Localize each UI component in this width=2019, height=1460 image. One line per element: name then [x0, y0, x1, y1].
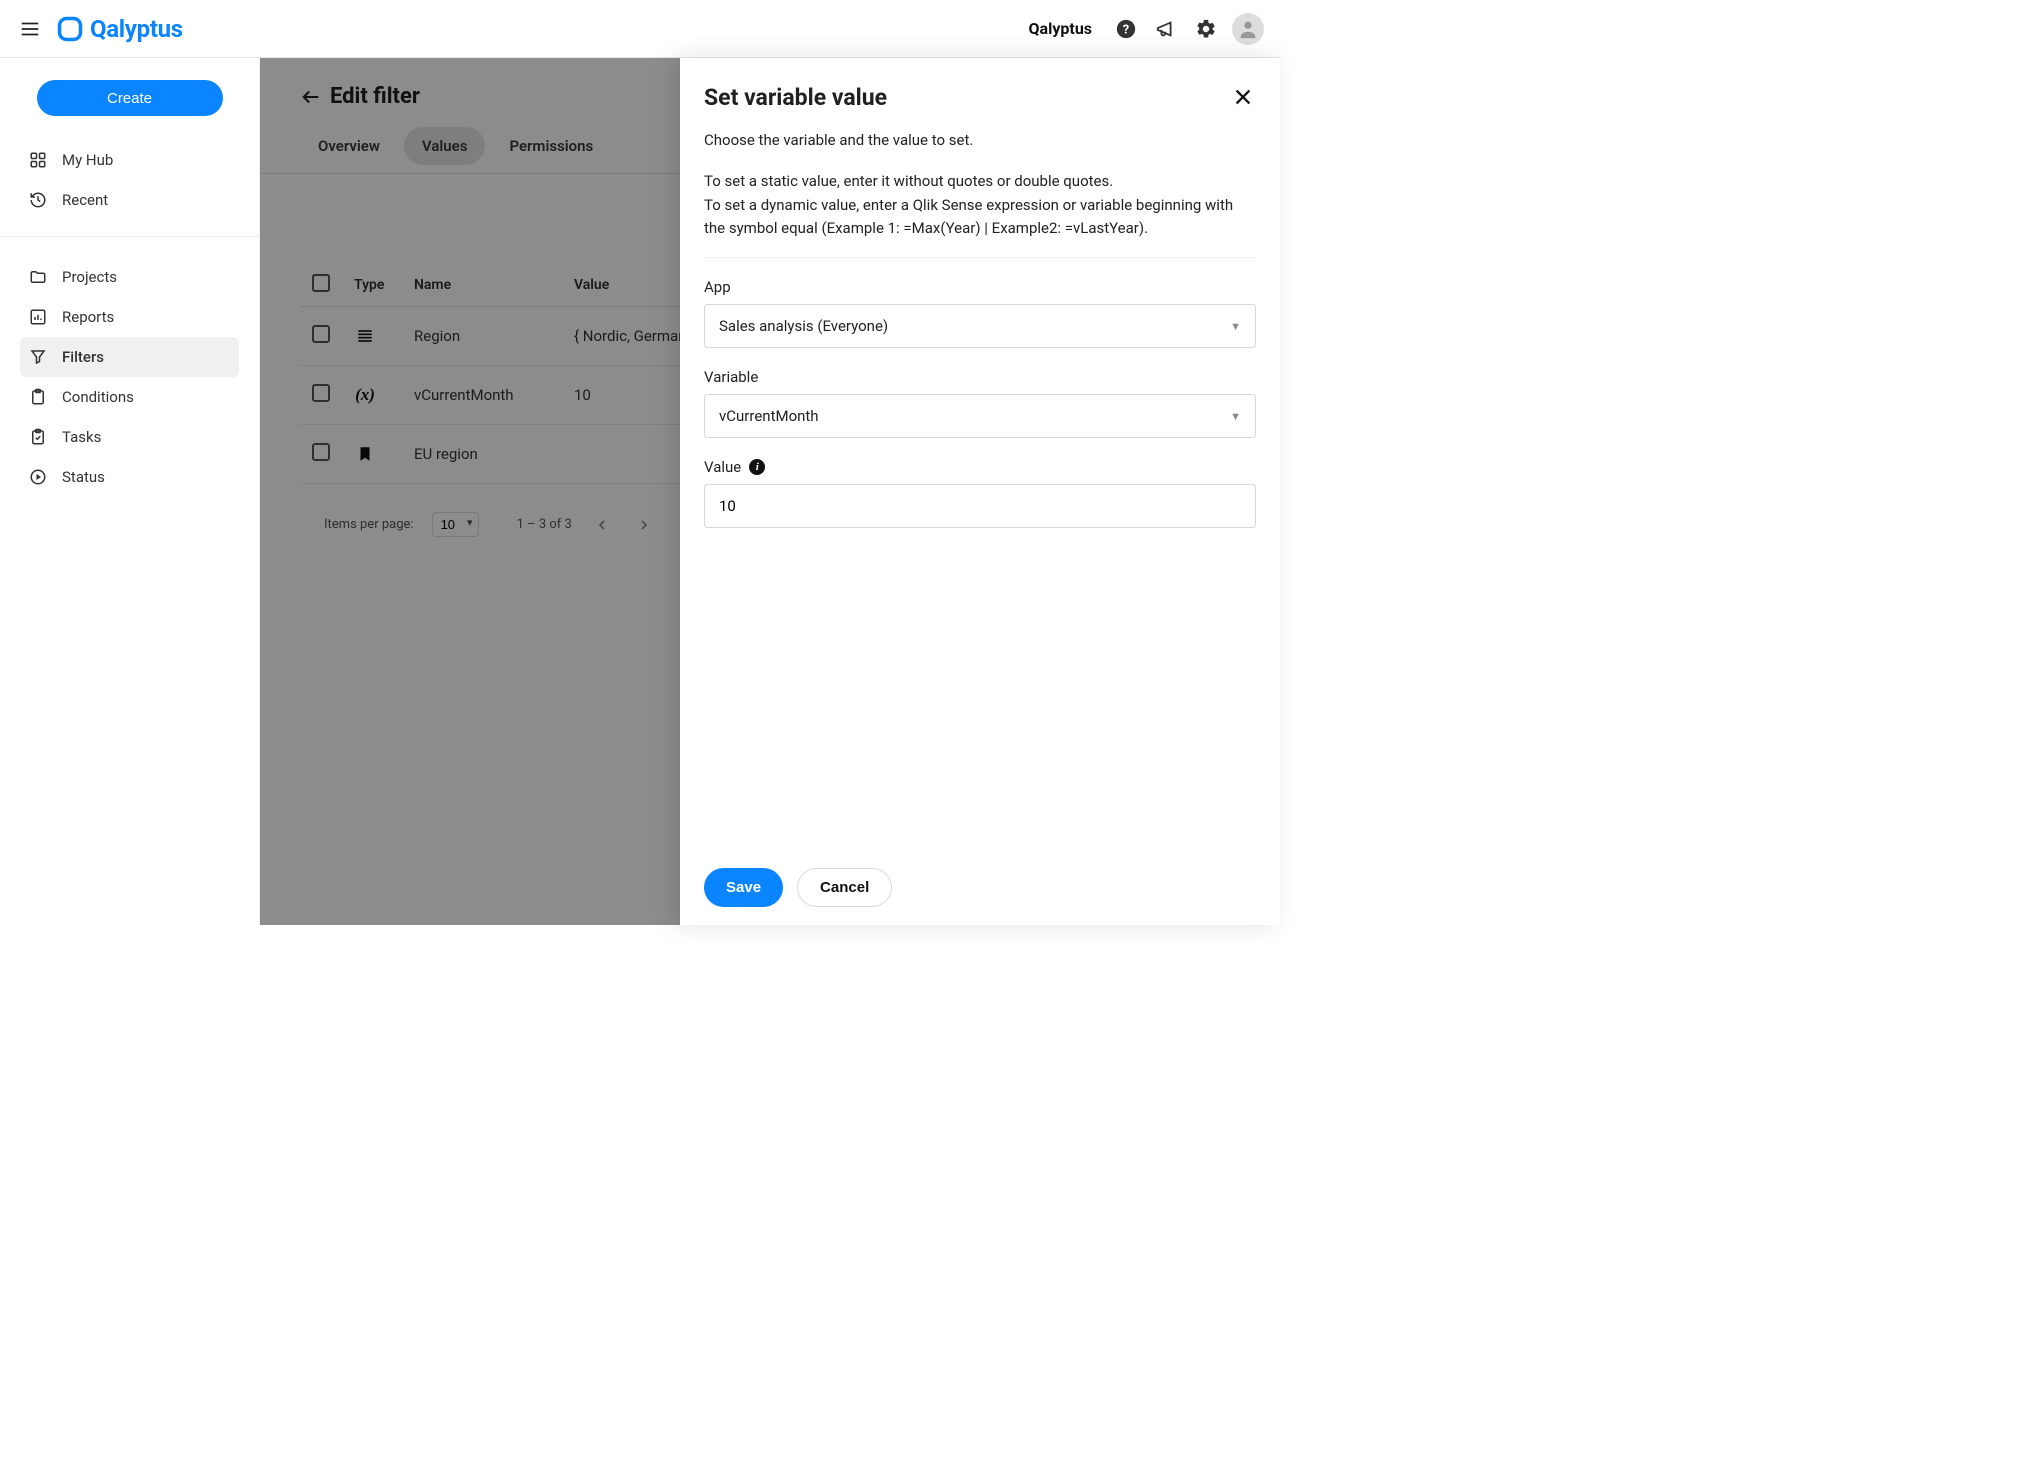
menu-toggle[interactable]	[16, 15, 44, 43]
brand-logo[interactable]: Qalyptus	[56, 15, 183, 43]
value-input[interactable]	[719, 497, 1241, 515]
sidebar-item-tasks[interactable]: Tasks	[20, 417, 239, 457]
side-panel: Set variable value Choose the variable a…	[680, 58, 1280, 925]
filter-icon	[28, 347, 48, 367]
close-icon	[1232, 86, 1254, 108]
org-name: Qalyptus	[1029, 19, 1092, 38]
topbar: Qalyptus Qalyptus ?	[0, 0, 1280, 58]
sidebar-item-reports[interactable]: Reports	[20, 297, 239, 337]
chart-icon	[28, 307, 48, 327]
status-icon	[28, 467, 48, 487]
sidebar-item-label: Tasks	[62, 428, 101, 446]
panel-desc-3: To set a dynamic value, enter a Qlik Sen…	[704, 194, 1256, 239]
brand-name: Qalyptus	[90, 15, 183, 43]
task-icon	[28, 427, 48, 447]
sidebar-item-my-hub[interactable]: My Hub	[20, 140, 239, 180]
hub-icon	[28, 150, 48, 170]
app-select-value: Sales analysis (Everyone)	[719, 317, 888, 335]
value-label: Value i	[704, 458, 1256, 476]
sidebar-item-label: Filters	[62, 348, 104, 366]
recent-icon	[28, 190, 48, 210]
variable-label: Variable	[704, 368, 1256, 386]
sidebar-item-recent[interactable]: Recent	[20, 180, 239, 220]
help-button[interactable]: ?	[1112, 15, 1140, 43]
sidebar-item-label: Conditions	[62, 388, 134, 406]
sidebar-item-label: Recent	[62, 191, 108, 209]
sidebar-item-label: Reports	[62, 308, 114, 326]
sidebar-item-label: Status	[62, 468, 105, 486]
avatar[interactable]	[1232, 13, 1264, 45]
folder-icon	[28, 267, 48, 287]
brand-mark-icon	[56, 15, 84, 43]
info-icon[interactable]: i	[749, 459, 765, 475]
value-label-text: Value	[704, 458, 741, 476]
help-icon: ?	[1115, 18, 1137, 40]
sidebar-item-label: My Hub	[62, 151, 113, 169]
megaphone-icon	[1155, 18, 1177, 40]
sidebar-item-conditions[interactable]: Conditions	[20, 377, 239, 417]
sidebar-item-label: Projects	[62, 268, 117, 286]
sidebar-item-status[interactable]: Status	[20, 457, 239, 497]
app-select[interactable]: Sales analysis (Everyone) ▼	[704, 304, 1256, 348]
chevron-down-icon: ▼	[1230, 410, 1241, 423]
sidebar-divider	[0, 236, 259, 237]
settings-button[interactable]	[1192, 15, 1220, 43]
clipboard-icon	[28, 387, 48, 407]
app-label: App	[704, 278, 1256, 296]
panel-close-button[interactable]	[1230, 84, 1256, 110]
variable-select-value: vCurrentMonth	[719, 407, 819, 425]
panel-desc-2: To set a static value, enter it without …	[704, 170, 1256, 193]
svg-text:?: ?	[1123, 22, 1129, 37]
sidebar-item-filters[interactable]: Filters	[20, 337, 239, 377]
user-icon	[1237, 18, 1259, 40]
panel-title: Set variable value	[704, 84, 887, 111]
value-input-wrap	[704, 484, 1256, 528]
chevron-down-icon: ▼	[1230, 320, 1241, 333]
announcements-button[interactable]	[1152, 15, 1180, 43]
panel-desc-1: Choose the variable and the value to set…	[704, 129, 1256, 152]
sidebar-item-projects[interactable]: Projects	[20, 257, 239, 297]
hamburger-icon	[19, 18, 41, 40]
variable-select[interactable]: vCurrentMonth ▼	[704, 394, 1256, 438]
cancel-button[interactable]: Cancel	[797, 868, 892, 907]
gear-icon	[1195, 18, 1217, 40]
create-button[interactable]: Create	[37, 80, 223, 116]
panel-divider	[704, 257, 1256, 258]
panel-footer: Save Cancel	[680, 850, 1280, 925]
save-button[interactable]: Save	[704, 868, 783, 907]
sidebar: Create My Hub Recent Projects	[0, 58, 260, 925]
